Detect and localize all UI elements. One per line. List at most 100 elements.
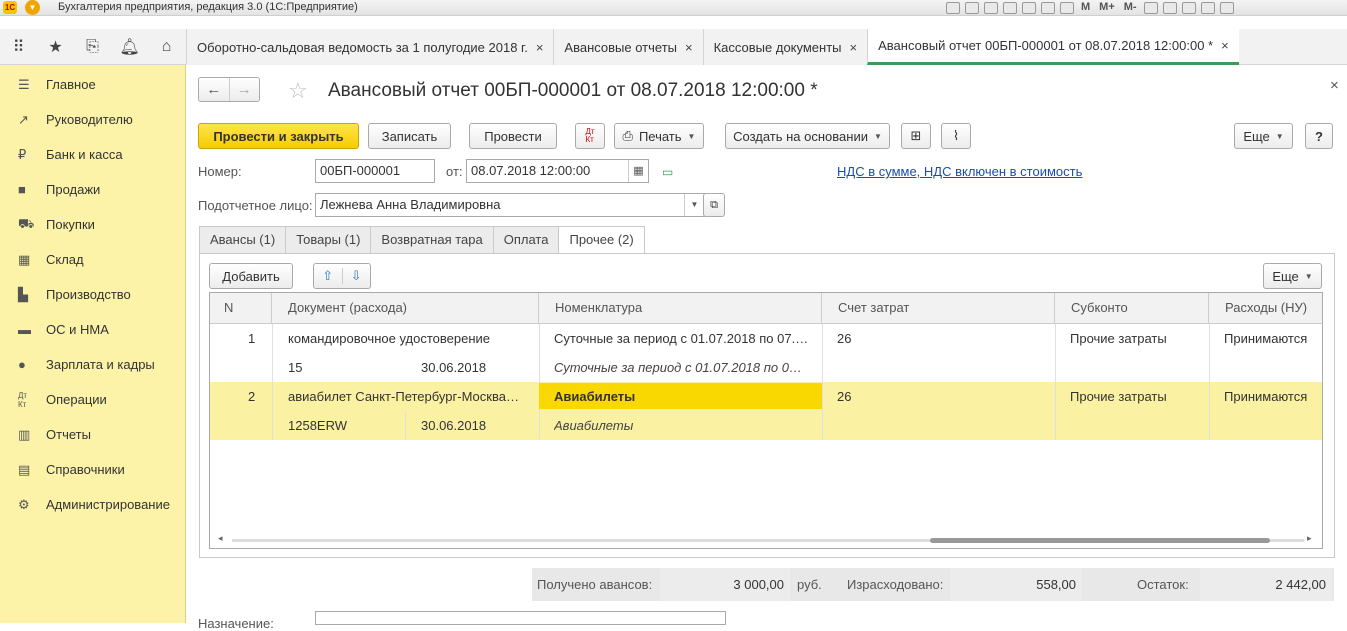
home-icon[interactable]: ⌂ [148,38,185,56]
date-field[interactable]: 08.07.2018 12:00:00 ▦ [466,159,649,183]
column-header-expense-nu[interactable]: Расходы (НУ) [1209,293,1322,324]
attach-icon[interactable] [1022,1,1036,14]
open-tab-current-report[interactable]: Авансовый отчет 00БП-000001 от 08.07.201… [867,29,1239,65]
add-row-button[interactable]: Добавить [209,263,293,289]
person-field[interactable]: Лежнева Анна Владимировна ▼ [315,193,705,217]
sidebar-item-salary[interactable]: ● Зарплата и кадры [0,347,185,382]
scroll-right-icon[interactable]: ▸ [1307,533,1312,544]
structure-button[interactable]: ⊞ [901,123,931,149]
sidebar-item-admin[interactable]: ⚙ Администрирование [0,487,185,522]
column-header-subconto[interactable]: Субконто [1055,293,1209,324]
open-tab-advance-reports[interactable]: Авансовые отчеты × [553,29,703,65]
help-button[interactable]: ? [1305,123,1333,149]
create-based-on-button[interactable]: Создать на основании ▼ [725,123,890,149]
tab-close-icon[interactable]: × [850,40,858,55]
favorites-star-icon[interactable]: ★ [37,37,74,57]
expense-document: авиабилет Санкт-Петербург-Москва-Санкт-П… [288,389,520,404]
memory-plus-button[interactable]: M+ [1097,1,1117,14]
tab-close-icon[interactable]: × [1221,38,1229,53]
sidebar-item-main[interactable]: ☰ Главное [0,67,185,102]
chevron-down-icon[interactable]: ▼ [684,194,704,216]
calendar-icon[interactable]: ▦ [628,160,648,182]
tab-advances[interactable]: Авансы (1) [199,226,286,254]
preview-icon[interactable] [984,1,998,14]
sidebar-item-production[interactable]: ▙ Производство [0,277,185,312]
memory-button[interactable]: M [1079,1,1092,14]
number-field[interactable]: 00БП-000001 [315,159,435,183]
main-menu-icon[interactable]: ▼ [25,0,40,15]
save-button[interactable]: Записать [368,123,451,149]
vat-settings-icon[interactable]: ▭ [662,165,673,179]
save-icon[interactable] [946,1,960,14]
horizontal-scrollbar[interactable]: ◂ ▸ [210,533,1322,547]
link-icon[interactable] [1003,1,1017,14]
sidebar-item-purchases[interactable]: ⛟ Покупки [0,207,185,242]
truck-icon: ▬ [18,322,31,337]
sidebar-item-sales[interactable]: ■ Продажи [0,172,185,207]
spent-value: 558,00 [950,568,1082,601]
subconto: Прочие затраты [1070,331,1167,346]
move-up-arrow-icon[interactable]: ⇧ [314,268,342,284]
close-form-icon[interactable]: × [1330,77,1339,94]
tab-close-icon[interactable]: × [685,40,693,55]
print-button[interactable]: ⎙ Печать ▼ [614,123,704,149]
sidebar-item-label: Склад [46,252,84,267]
nomenclature[interactable]: Авиабилеты [554,389,809,404]
info-icon[interactable] [1181,1,1196,14]
history-icon[interactable]: ⎘ [74,38,111,56]
column-header-n[interactable]: N [210,293,272,324]
sidebar-item-bank[interactable]: ₽ Банк и касса [0,137,185,172]
memory-minus-button[interactable]: M- [1122,1,1139,14]
spreadsheet-icon[interactable] [1041,1,1055,14]
restore-icon[interactable] [1219,1,1234,14]
sidebar-item-warehouse[interactable]: ▦ Склад [0,242,185,277]
move-buttons: ⇧ ⇩ [313,263,371,289]
attach-button[interactable]: ⌇ [941,123,971,149]
sidebar-item-reports[interactable]: ▥ Отчеты [0,417,185,452]
column-header-account[interactable]: Счет затрат [822,293,1055,324]
column-header-document[interactable]: Документ (расхода) [272,293,539,324]
person-label: Подотчетное лицо: [198,198,313,213]
favorite-star-icon[interactable]: ☆ [288,78,308,104]
tab-goods[interactable]: Товары (1) [285,226,371,254]
dt-kt-button[interactable]: Дт Кт [575,123,605,149]
notifications-bell-icon[interactable]: 🔔︎ [111,37,148,57]
tab-close-icon[interactable]: × [536,40,544,55]
scroll-thumb[interactable] [930,538,1270,543]
sidebar-item-operations[interactable]: Дт Кт Операции [0,382,185,417]
column-header-nomenclature[interactable]: Номенклатура [539,293,822,324]
paperclip-icon: ⌇ [952,128,960,143]
move-down-arrow-icon[interactable]: ⇩ [341,268,371,284]
scroll-left-icon[interactable]: ◂ [218,533,223,544]
zoom-icon[interactable] [1143,1,1158,14]
tab-other[interactable]: Прочее (2) [558,226,645,254]
open-tab-cash-documents[interactable]: Кассовые документы × [702,29,868,65]
sidebar-item-catalogs[interactable]: ▤ Справочники [0,452,185,487]
back-arrow-icon[interactable]: ← [199,78,229,101]
tab-returnable-packaging[interactable]: Возвратная тара [370,226,493,254]
sections-grid-icon[interactable]: ⠿ [0,37,37,57]
calendar-icon[interactable] [1060,1,1074,14]
table-more-button[interactable]: Еще ▼ [1263,263,1322,289]
window-titlebar: 1С ▼ Бухгалтерия предприятия, редакция 3… [0,0,1347,16]
sidebar-item-manager[interactable]: ↗ Руководителю [0,102,185,137]
sidebar-item-fixed-assets[interactable]: ▬ ОС и НМА [0,312,185,347]
date-value: 08.07.2018 12:00:00 [471,163,591,178]
tab-payment[interactable]: Оплата [492,226,559,254]
spent-label: Израсходовано: [847,577,944,592]
sidebar-item-label: Справочники [46,462,125,477]
post-button[interactable]: Провести [469,123,557,149]
post-and-close-button[interactable]: Провести и закрыть [198,123,359,149]
print-icon[interactable] [965,1,979,14]
more-button[interactable]: Еще ▼ [1234,123,1293,149]
open-tab-osv[interactable]: Оборотно-сальдовая ведомость за 1 полуго… [186,29,554,65]
forward-arrow-icon[interactable]: → [228,78,260,101]
panels-icon[interactable] [1162,1,1177,14]
vat-link[interactable]: НДС в сумме, НДС включен в стоимость [837,164,1082,179]
tab-label: Авансовые отчеты [564,39,677,55]
books-icon: ▤ [18,461,31,477]
chevron-down-icon: ▼ [687,131,696,141]
open-person-button[interactable]: ⧉ [703,193,725,217]
printer-icon: ⎙ [622,128,633,143]
minimize-icon[interactable] [1200,1,1215,14]
